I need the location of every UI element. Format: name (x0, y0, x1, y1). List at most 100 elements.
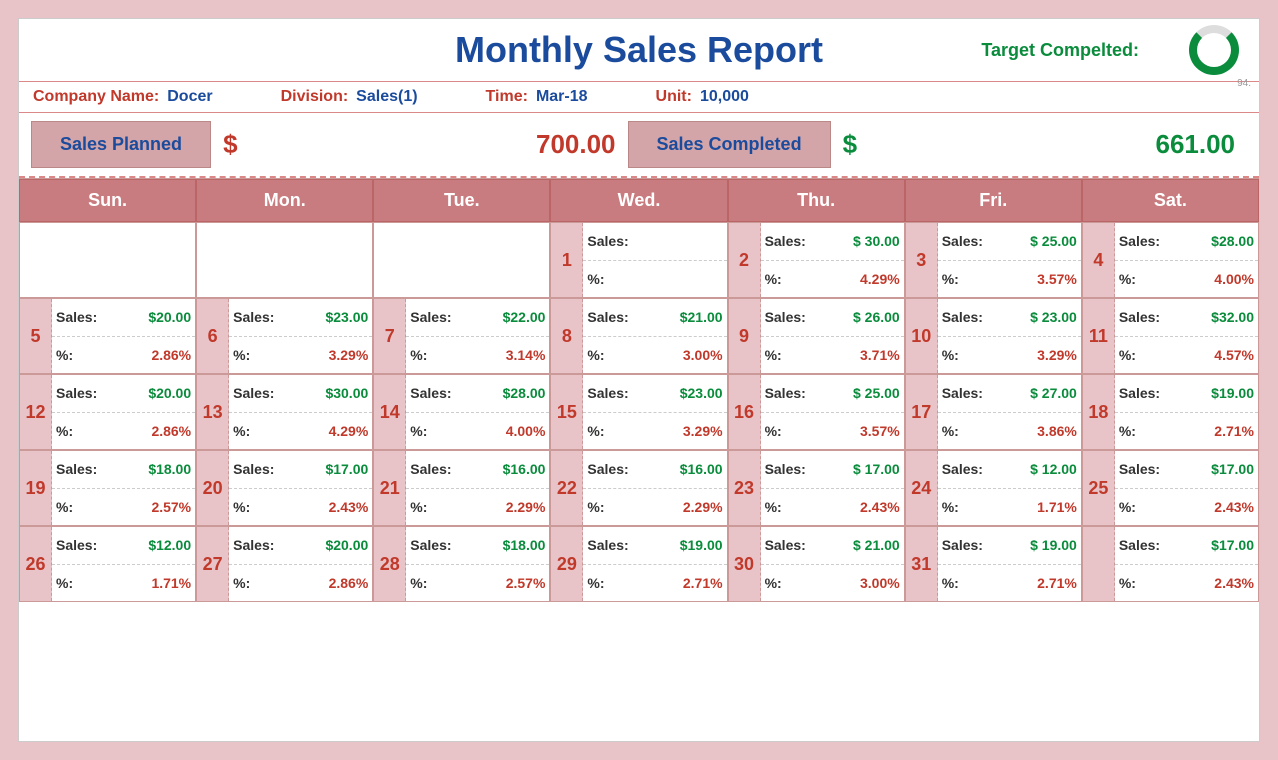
division-value[interactable]: Sales(1) (356, 88, 417, 106)
calendar-cell[interactable]: 30Sales:$ 21.00%:3.00% (728, 526, 905, 602)
pct-value[interactable]: 2.43% (813, 499, 900, 515)
sales-value[interactable]: $19.00 (1167, 385, 1254, 401)
calendar-cell[interactable]: 4Sales:$28.00%:4.00% (1082, 222, 1259, 298)
pct-value[interactable]: 3.00% (813, 575, 900, 591)
calendar-cell[interactable]: 26Sales:$12.00%:1.71% (19, 526, 196, 602)
unit-value[interactable]: 10,000 (700, 88, 749, 106)
calendar-cell[interactable]: 20Sales:$17.00%:2.43% (196, 450, 373, 526)
sales-value[interactable]: $19.00 (635, 537, 722, 553)
calendar-cell[interactable]: 17Sales:$ 27.00%:3.86% (905, 374, 1082, 450)
calendar-cell[interactable]: 11Sales:$32.00%:4.57% (1082, 298, 1259, 374)
sales-value[interactable]: $ 30.00 (813, 233, 900, 249)
pct-value[interactable]: 3.29% (990, 347, 1077, 363)
pct-value[interactable]: 3.14% (458, 347, 545, 363)
pct-value[interactable]: 1.71% (990, 499, 1077, 515)
pct-value[interactable]: 3.29% (281, 347, 368, 363)
calendar-cell[interactable]: 13Sales:$30.00%:4.29% (196, 374, 373, 450)
time-value[interactable]: Mar-18 (536, 88, 588, 106)
sales-value[interactable]: $28.00 (458, 385, 545, 401)
calendar-cell[interactable]: 10Sales:$ 23.00%:3.29% (905, 298, 1082, 374)
pct-value[interactable]: 3.57% (813, 423, 900, 439)
calendar-cell[interactable]: 5Sales:$20.00%:2.86% (19, 298, 196, 374)
sales-value[interactable]: $18.00 (104, 461, 191, 477)
sales-value[interactable]: $12.00 (104, 537, 191, 553)
calendar-cell[interactable]: Sales:$17.00%:2.43% (1082, 526, 1259, 602)
sales-value[interactable]: $ 27.00 (990, 385, 1077, 401)
pct-value[interactable]: 2.71% (1167, 423, 1254, 439)
pct-value[interactable]: 4.00% (458, 423, 545, 439)
calendar-cell[interactable]: 23Sales:$ 17.00%:2.43% (728, 450, 905, 526)
sales-value[interactable]: $21.00 (635, 309, 722, 325)
calendar-cell[interactable]: 16Sales:$ 25.00%:3.57% (728, 374, 905, 450)
pct-value[interactable]: 2.43% (1167, 575, 1254, 591)
sales-value[interactable]: $ 23.00 (990, 309, 1077, 325)
pct-value[interactable]: 3.00% (635, 347, 722, 363)
sales-value[interactable]: $16.00 (458, 461, 545, 477)
pct-value[interactable]: 2.29% (635, 499, 722, 515)
sales-value[interactable]: $17.00 (1167, 537, 1254, 553)
sales-value[interactable]: $22.00 (458, 309, 545, 325)
pct-value[interactable]: 4.29% (281, 423, 368, 439)
pct-value[interactable]: 2.71% (990, 575, 1077, 591)
sales-value[interactable]: $18.00 (458, 537, 545, 553)
calendar-cell[interactable]: 29Sales:$19.00%:2.71% (550, 526, 727, 602)
sales-value[interactable]: $32.00 (1167, 309, 1254, 325)
sales-value[interactable]: $ 17.00 (813, 461, 900, 477)
sales-value[interactable]: $17.00 (1167, 461, 1254, 477)
calendar-cell[interactable]: 22Sales:$16.00%:2.29% (550, 450, 727, 526)
sales-value[interactable]: $16.00 (635, 461, 722, 477)
pct-value[interactable]: 2.86% (104, 347, 191, 363)
pct-value[interactable]: 2.43% (1167, 499, 1254, 515)
sales-value[interactable]: $ 21.00 (813, 537, 900, 553)
calendar-cell[interactable]: 19Sales:$18.00%:2.57% (19, 450, 196, 526)
pct-value[interactable]: 2.86% (104, 423, 191, 439)
calendar-cell[interactable]: 25Sales:$17.00%:2.43% (1082, 450, 1259, 526)
calendar-cell[interactable]: 6Sales:$23.00%:3.29% (196, 298, 373, 374)
sales-value[interactable]: $20.00 (104, 309, 191, 325)
pct-value[interactable]: 2.86% (281, 575, 368, 591)
sales-value[interactable]: $17.00 (281, 461, 368, 477)
calendar-cell[interactable]: 7Sales:$22.00%:3.14% (373, 298, 550, 374)
calendar-cell[interactable]: 2Sales:$ 30.00%:4.29% (728, 222, 905, 298)
company-value[interactable]: Docer (167, 88, 212, 106)
calendar-cell[interactable]: 15Sales:$23.00%:3.29% (550, 374, 727, 450)
pct-value[interactable]: 2.57% (104, 499, 191, 515)
calendar-cell[interactable]: 12Sales:$20.00%:2.86% (19, 374, 196, 450)
sales-value[interactable]: $23.00 (635, 385, 722, 401)
calendar-cell[interactable]: 1Sales:%: (550, 222, 727, 298)
sales-value[interactable]: $23.00 (281, 309, 368, 325)
sales-value[interactable]: $20.00 (104, 385, 191, 401)
pct-value[interactable]: 3.86% (990, 423, 1077, 439)
calendar-cell[interactable]: 18Sales:$19.00%:2.71% (1082, 374, 1259, 450)
pct-value[interactable]: 4.57% (1167, 347, 1254, 363)
pct-value[interactable]: 4.29% (813, 271, 900, 287)
planned-value[interactable]: 700.00 (250, 121, 628, 168)
calendar-cell[interactable]: 9Sales:$ 26.00%:3.71% (728, 298, 905, 374)
calendar-cell[interactable]: 24Sales:$ 12.00%:1.71% (905, 450, 1082, 526)
sales-value[interactable]: $28.00 (1167, 233, 1254, 249)
calendar-cell[interactable]: 8Sales:$21.00%:3.00% (550, 298, 727, 374)
pct-value[interactable]: 3.29% (635, 423, 722, 439)
calendar-cell[interactable]: 31Sales:$ 19.00%:2.71% (905, 526, 1082, 602)
calendar-cell[interactable]: 28Sales:$18.00%:2.57% (373, 526, 550, 602)
calendar-cell[interactable] (19, 222, 196, 298)
pct-value[interactable]: 2.57% (458, 575, 545, 591)
sales-value[interactable]: $30.00 (281, 385, 368, 401)
pct-value[interactable]: 3.71% (813, 347, 900, 363)
calendar-cell[interactable]: 3Sales:$ 25.00%:3.57% (905, 222, 1082, 298)
calendar-cell[interactable] (196, 222, 373, 298)
pct-value[interactable]: 2.29% (458, 499, 545, 515)
completed-value[interactable]: 661.00 (869, 121, 1247, 168)
pct-value[interactable]: 2.71% (635, 575, 722, 591)
pct-value[interactable]: 2.43% (281, 499, 368, 515)
calendar-cell[interactable]: 27Sales:$20.00%:2.86% (196, 526, 373, 602)
sales-value[interactable]: $ 19.00 (990, 537, 1077, 553)
sales-value[interactable]: $ 25.00 (813, 385, 900, 401)
pct-value[interactable]: 4.00% (1167, 271, 1254, 287)
pct-value[interactable]: 1.71% (104, 575, 191, 591)
sales-value[interactable]: $ 25.00 (990, 233, 1077, 249)
sales-value[interactable]: $ 26.00 (813, 309, 900, 325)
sales-value[interactable]: $ 12.00 (990, 461, 1077, 477)
calendar-cell[interactable] (373, 222, 550, 298)
sales-value[interactable]: $20.00 (281, 537, 368, 553)
